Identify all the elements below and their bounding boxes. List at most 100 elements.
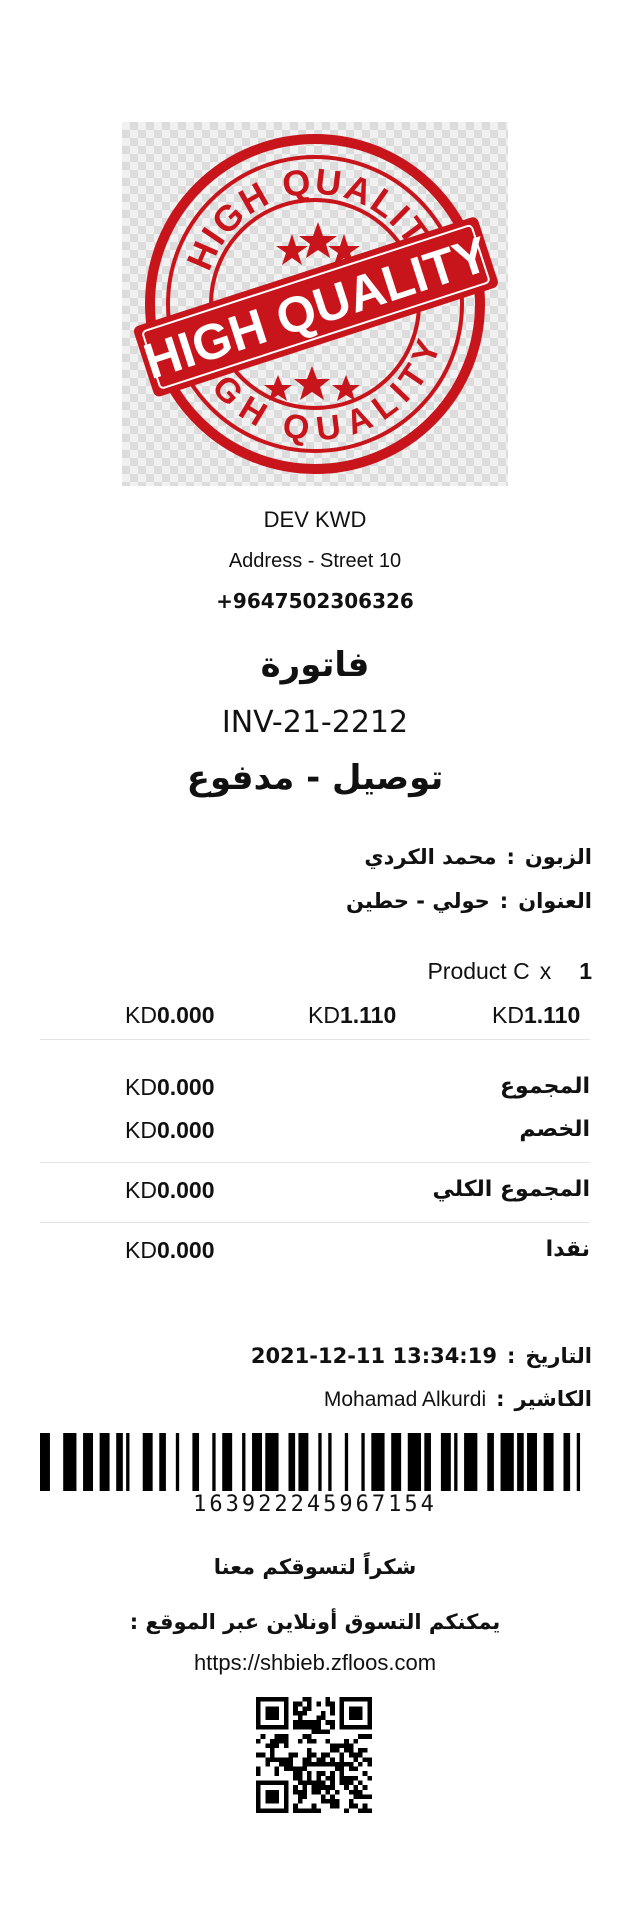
- address-value: حولي - حطين: [345, 889, 490, 913]
- qr-module: [256, 1752, 261, 1758]
- discount-value: KD0.000: [125, 1117, 215, 1143]
- qr-module: [283, 1743, 289, 1749]
- qr-module: [307, 1780, 312, 1786]
- qr-module: [367, 1794, 372, 1800]
- qr-module: [367, 1808, 372, 1813]
- qr-module: [316, 1780, 321, 1786]
- qr-module: [339, 1743, 345, 1749]
- qr-module: [293, 1710, 298, 1716]
- qr-module: [293, 1771, 298, 1776]
- qr-module: [330, 1803, 335, 1809]
- qr-module: [297, 1775, 303, 1781]
- qr-module: [358, 1752, 363, 1758]
- subtotal-row: KD0.000 المجموع: [40, 1074, 590, 1110]
- qr-module: [334, 1748, 340, 1753]
- qr-module: [320, 1752, 326, 1758]
- barcode-bar: [517, 1433, 524, 1491]
- qr-module: [367, 1761, 372, 1767]
- qr-module: [269, 1738, 275, 1744]
- qr-module: [288, 1757, 294, 1762]
- qr-module: [367, 1757, 372, 1762]
- barcode-bar: [361, 1433, 365, 1491]
- qr-module: [293, 1785, 298, 1790]
- qr-module: [283, 1738, 289, 1744]
- qr-module: [362, 1734, 368, 1739]
- qr-module: [316, 1757, 321, 1762]
- qr-module: [358, 1794, 363, 1800]
- barcode-bar: [487, 1433, 494, 1491]
- qr-module: [307, 1697, 312, 1702]
- qr-module: [293, 1789, 298, 1795]
- qr-module: [297, 1724, 303, 1730]
- qr-module: [339, 1761, 345, 1767]
- grand-total-value: KD0.000: [125, 1177, 215, 1203]
- qr-module: [325, 1720, 331, 1725]
- store-address: Address - Street 10: [228, 550, 402, 572]
- item-quantity: 1: [579, 958, 592, 984]
- qr-module: [344, 1785, 349, 1790]
- qr-module: [302, 1706, 308, 1711]
- barcode-bar: [328, 1433, 332, 1491]
- qr-module: [307, 1761, 312, 1767]
- barcode-bar: [116, 1433, 123, 1491]
- barcode-bar: [159, 1433, 166, 1491]
- qr-module: [316, 1789, 321, 1795]
- qr-module: [274, 1757, 280, 1762]
- qr-module: [339, 1752, 345, 1758]
- qr-module: [330, 1780, 335, 1786]
- qr-module: [297, 1738, 303, 1744]
- qr-module: [334, 1803, 340, 1809]
- qr-module: [316, 1701, 321, 1707]
- cashier-row: الكاشير: Mohamad Alkurdi: [324, 1387, 592, 1412]
- qr-module: [307, 1738, 312, 1744]
- qr-module: [269, 1743, 275, 1749]
- cashier-label: الكاشير: [514, 1387, 592, 1411]
- cash-value: KD0.000: [125, 1237, 215, 1263]
- qr-module: [297, 1715, 303, 1721]
- qr-module: [311, 1789, 317, 1795]
- invoice-title: فاتورة: [260, 645, 370, 685]
- qr-module: [320, 1715, 326, 1721]
- website-url[interactable]: https://shbieb.zfloos.com: [0, 1650, 630, 1676]
- qr-module: [274, 1771, 280, 1776]
- qr-module: [288, 1752, 294, 1758]
- separator: :: [499, 889, 509, 913]
- qr-module: [302, 1780, 308, 1786]
- qr-code: [256, 1697, 372, 1813]
- date-value: 2021-12-11 13:34:19: [250, 1344, 497, 1368]
- qr-module: [362, 1748, 368, 1753]
- qr-module: [316, 1771, 321, 1776]
- qr-module: [339, 1757, 345, 1762]
- qr-module: [307, 1724, 312, 1730]
- qr-module: [325, 1761, 331, 1767]
- qr-module: [330, 1785, 335, 1790]
- discount-label: الخصم: [519, 1117, 590, 1142]
- qr-module: [297, 1766, 303, 1772]
- qr-module: [302, 1697, 308, 1702]
- item-description: Product C x 1: [427, 958, 592, 985]
- qr-module: [274, 1738, 280, 1744]
- barcode-bar: [288, 1433, 296, 1491]
- barcode-bar: [83, 1433, 94, 1491]
- qr-module: [353, 1766, 359, 1772]
- qr-module: [353, 1738, 359, 1744]
- store-phone: +9647502306326: [216, 589, 414, 613]
- item-name: Product C: [427, 958, 530, 984]
- qr-module: [283, 1761, 289, 1767]
- address-row: العنوان: حولي - حطين: [346, 889, 592, 913]
- qr-module: [348, 1766, 354, 1772]
- qr-module: [344, 1748, 349, 1753]
- qr-module: [320, 1729, 326, 1735]
- qr-module: [353, 1803, 359, 1809]
- qr-module: [311, 1808, 317, 1813]
- qr-module: [334, 1743, 340, 1749]
- barcode-bar: [318, 1433, 322, 1491]
- qr-module: [330, 1771, 335, 1776]
- qr-module: [362, 1757, 368, 1762]
- qr-module: [316, 1785, 321, 1790]
- qr-module: [339, 1775, 345, 1781]
- store-name: DEV KWD: [263, 507, 367, 532]
- qr-module: [320, 1799, 326, 1804]
- barcode-bar: [440, 1433, 451, 1491]
- qr-module: [260, 1752, 266, 1758]
